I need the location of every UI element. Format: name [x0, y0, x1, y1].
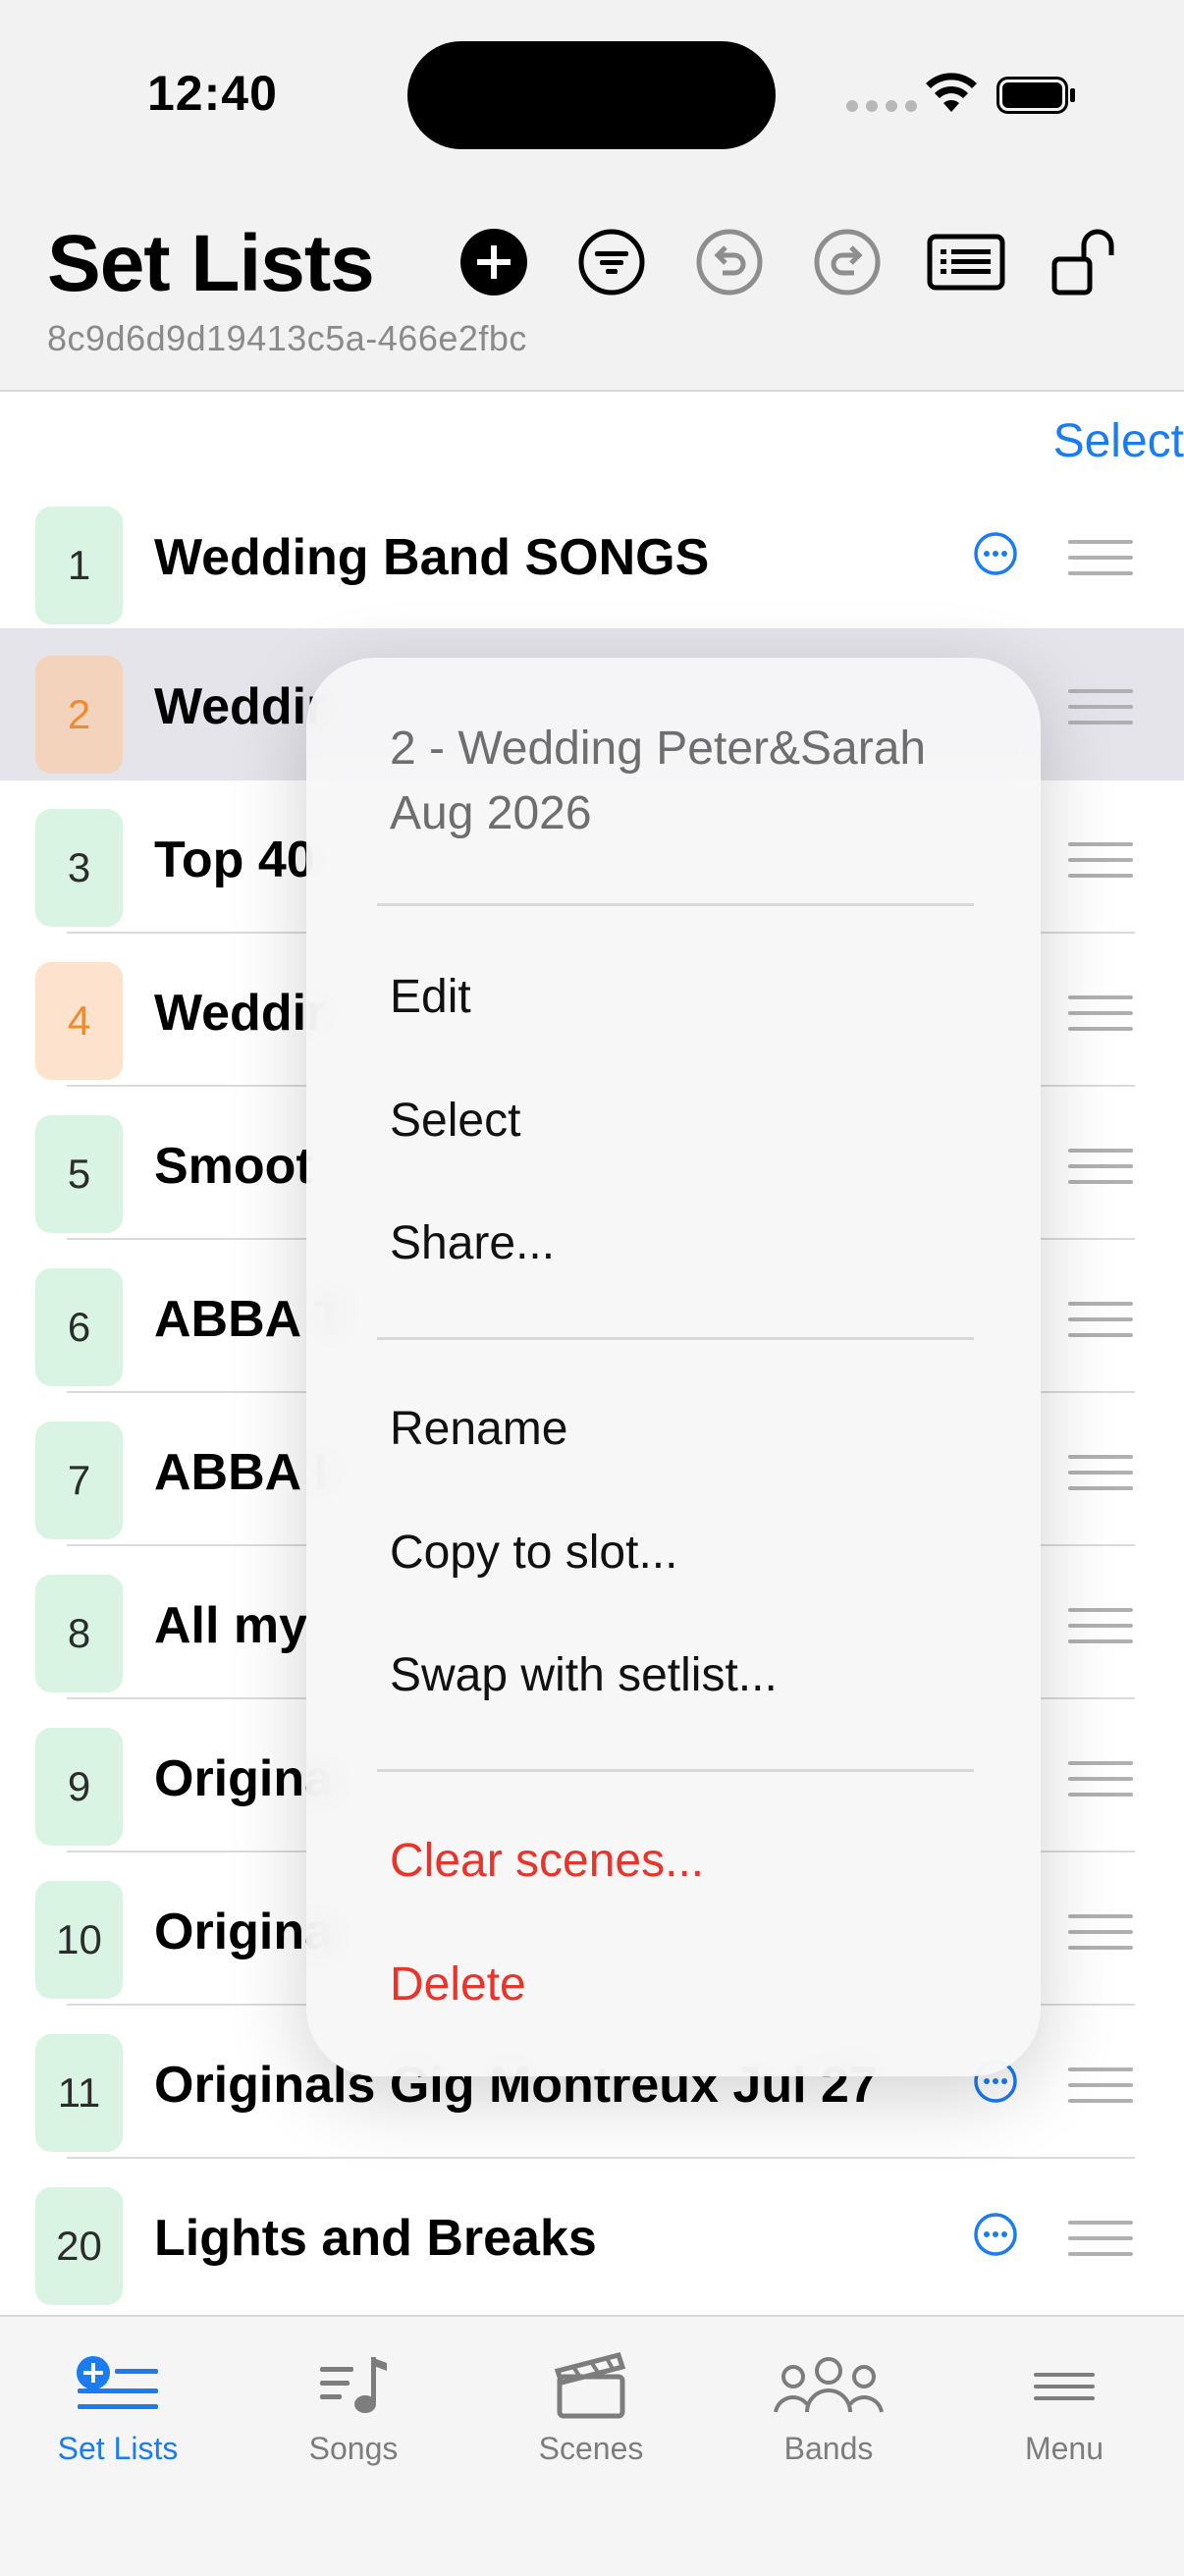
- setlist-title: Smoot: [154, 1138, 313, 1195]
- menu-item-edit[interactable]: Edit: [390, 970, 471, 1024]
- setlist-title: Weddir: [154, 985, 327, 1042]
- tab-label: Bands: [783, 2431, 874, 2466]
- tab-label: Songs: [308, 2431, 399, 2466]
- setlist-number-badge: 8: [35, 1575, 123, 1692]
- page-title: Set Lists: [47, 219, 375, 308]
- setlist-title: Lights and Breaks: [154, 2210, 597, 2267]
- select-button[interactable]: Select: [1053, 414, 1184, 468]
- drag-handle-icon[interactable]: [1068, 540, 1133, 587]
- redo-icon[interactable]: [811, 226, 884, 298]
- status-time: 12:40: [147, 66, 278, 121]
- tab-menu[interactable]: Menu: [966, 2346, 1162, 2467]
- setlist-number-badge: 7: [35, 1422, 123, 1539]
- tab-bands[interactable]: Bands: [730, 2346, 927, 2467]
- setlist-number-badge: 4: [35, 962, 123, 1080]
- context-menu: 2 - Wedding Peter&Sarah Aug 2026 Edit Se…: [306, 658, 1041, 2076]
- setlist-number-badge: 6: [35, 1268, 123, 1386]
- setlist-number-badge: 1: [35, 507, 123, 624]
- menu-divider: [377, 1337, 974, 1340]
- dynamic-island: [407, 41, 776, 149]
- tab-set-lists[interactable]: Set Lists: [20, 2346, 216, 2467]
- menu-item-share[interactable]: Share...: [390, 1216, 555, 1270]
- drag-handle-icon[interactable]: [1068, 2221, 1133, 2268]
- more-options-icon[interactable]: [972, 530, 1019, 577]
- clapperboard-icon: [554, 2351, 626, 2419]
- menu-divider: [377, 1769, 974, 1772]
- drag-handle-icon[interactable]: [1068, 1455, 1133, 1502]
- setlist-title: Wedding Band SONGS: [154, 529, 710, 586]
- setlist-title: ABBA I: [154, 1444, 329, 1501]
- setlist-row[interactable]: 20 Lights and Breaks: [0, 2160, 1184, 2312]
- wifi-icon: [926, 73, 977, 112]
- list-view-icon[interactable]: [927, 226, 1005, 298]
- setlist-number-badge: 20: [35, 2187, 123, 2305]
- setlist-number-badge: 3: [35, 809, 123, 927]
- tab-bar: Set Lists Songs Scenes Bands Menu: [0, 2315, 1184, 2576]
- drag-handle-icon[interactable]: [1068, 689, 1133, 736]
- menu-item-select[interactable]: Select: [390, 1094, 520, 1148]
- context-menu-title: 2 - Wedding Peter&Sarah Aug 2026: [390, 723, 927, 839]
- menu-item-clear-scenes[interactable]: Clear scenes...: [390, 1834, 704, 1888]
- tab-songs[interactable]: Songs: [255, 2346, 452, 2467]
- drag-handle-icon[interactable]: [1068, 1608, 1133, 1655]
- setlist-number-badge: 2: [35, 656, 123, 774]
- setlist-number-badge: 10: [35, 1881, 123, 1999]
- drag-handle-icon[interactable]: [1068, 1149, 1133, 1196]
- drag-handle-icon[interactable]: [1068, 842, 1133, 889]
- setlist-number-badge: 9: [35, 1728, 123, 1846]
- cellular-signal-icon: [846, 100, 917, 112]
- status-bar: 12:40: [0, 0, 1184, 196]
- navigation-header: Set Lists 8c9d6d9d19413c5a-466e2fbc: [0, 196, 1184, 392]
- device-id-label: 8c9d6d9d19413c5a-466e2fbc: [47, 318, 527, 358]
- battery-icon: [996, 77, 1075, 114]
- unlock-icon[interactable]: [1049, 226, 1121, 298]
- more-options-icon[interactable]: [972, 2211, 1019, 2258]
- drag-handle-icon[interactable]: [1068, 2067, 1133, 2115]
- setlist-number-badge: 11: [35, 2034, 123, 2152]
- menu-item-swap[interactable]: Swap with setlist...: [390, 1648, 778, 1702]
- drag-handle-icon[interactable]: [1068, 1914, 1133, 1961]
- tab-scenes[interactable]: Scenes: [493, 2346, 689, 2467]
- music-note-list-icon: [320, 2357, 387, 2413]
- menu-divider: [377, 903, 974, 906]
- filter-icon[interactable]: [575, 226, 648, 298]
- undo-icon[interactable]: [693, 226, 766, 298]
- setlist-title: Weddir: [154, 678, 327, 735]
- tab-label: Scenes: [538, 2431, 644, 2466]
- hamburger-icon: [1034, 2373, 1095, 2400]
- setlist-add-icon: [77, 2356, 158, 2409]
- drag-handle-icon[interactable]: [1068, 1761, 1133, 1808]
- add-circle-icon[interactable]: [457, 226, 530, 298]
- menu-item-copy-to-slot[interactable]: Copy to slot...: [390, 1526, 677, 1580]
- tab-label: Set Lists: [57, 2431, 179, 2466]
- people-icon: [774, 2357, 884, 2413]
- setlist-title: Top 40: [154, 832, 315, 888]
- setlist-title: All my: [154, 1597, 308, 1654]
- drag-handle-icon[interactable]: [1068, 1302, 1133, 1349]
- menu-item-rename[interactable]: Rename: [390, 1402, 567, 1456]
- setlist-row[interactable]: 1 Wedding Band SONGS: [0, 479, 1184, 631]
- setlist-number-badge: 5: [35, 1115, 123, 1233]
- tab-label: Menu: [1024, 2431, 1104, 2466]
- menu-item-delete[interactable]: Delete: [390, 1958, 526, 2012]
- drag-handle-icon[interactable]: [1068, 995, 1133, 1043]
